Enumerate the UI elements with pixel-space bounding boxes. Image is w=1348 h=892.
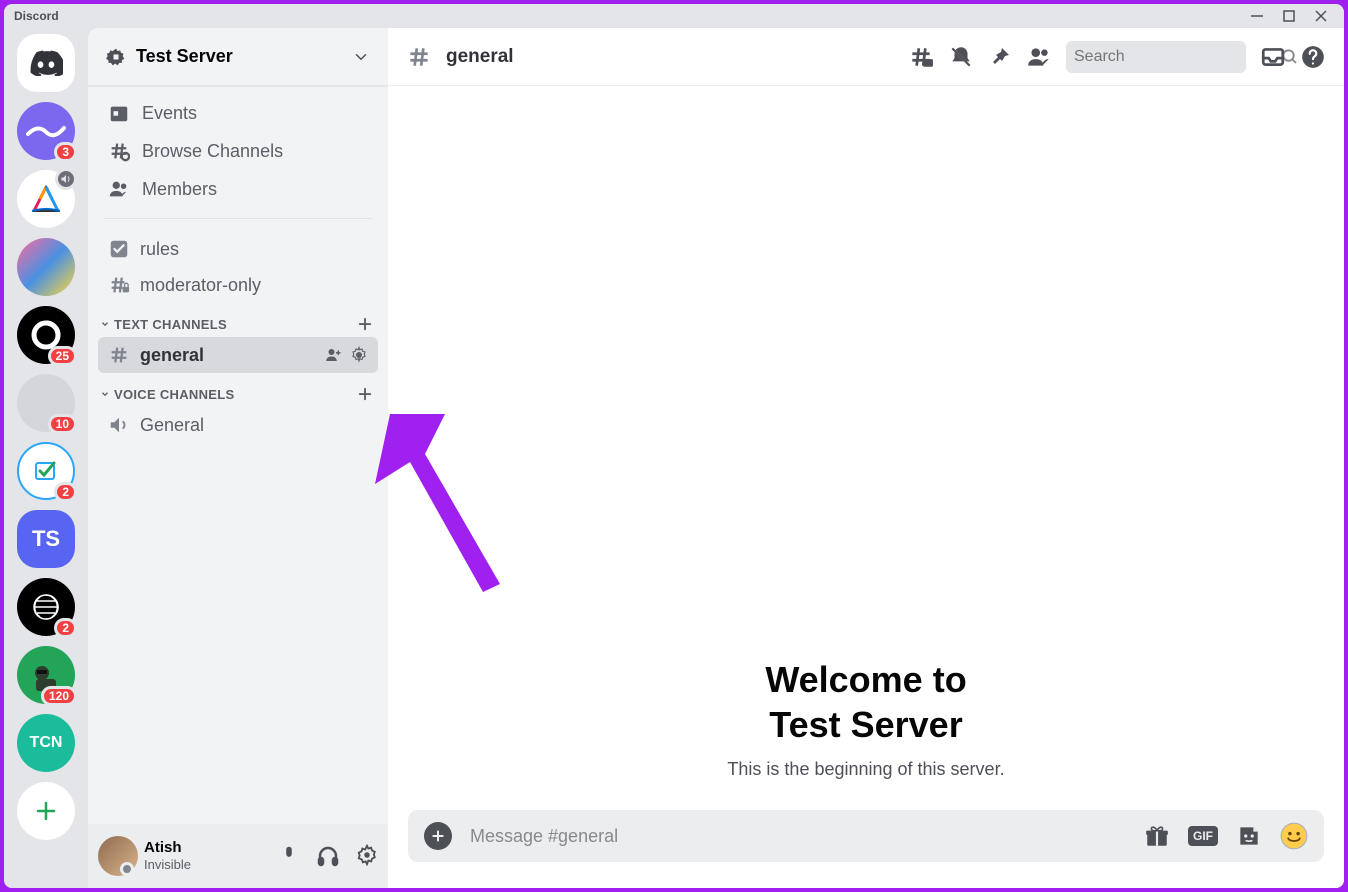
rail-server[interactable]: 3 [17, 102, 75, 160]
calendar-icon [108, 102, 130, 124]
sidebar-link-label: Members [142, 179, 217, 200]
rail-server[interactable]: 10 [17, 374, 75, 432]
threads-icon[interactable] [908, 44, 934, 70]
rail-server[interactable]: TS [17, 510, 75, 568]
notification-badge: 10 [48, 414, 77, 434]
rail-server[interactable] [17, 238, 75, 296]
channel-general[interactable]: general [98, 337, 378, 373]
channel-label: General [140, 415, 204, 436]
gif-button[interactable]: GIF [1188, 826, 1218, 846]
channel-topbar: general [388, 28, 1344, 86]
sidebar-browse-channels[interactable]: Browse Channels [98, 132, 378, 170]
speaker-icon [108, 414, 130, 436]
app-name: Discord [14, 9, 59, 23]
chevron-down-icon [100, 319, 114, 329]
channel-label: rules [140, 239, 179, 260]
message-composer: GIF [408, 810, 1324, 862]
welcome-message: Welcome toTest Server This is the beginn… [388, 657, 1344, 810]
search-input[interactable] [1074, 48, 1281, 66]
channel-sidebar: Test Server Events Browse Channels Membe… [88, 28, 388, 888]
channel-label: general [140, 345, 204, 366]
user-avatar[interactable] [98, 836, 138, 876]
search-box[interactable] [1066, 41, 1246, 73]
welcome-line2: Test Server [769, 704, 962, 745]
chevron-down-icon [352, 48, 370, 66]
pinned-messages-icon[interactable] [988, 45, 1012, 69]
chat-area: Welcome toTest Server This is the beginn… [388, 86, 1344, 888]
voice-channel-general[interactable]: General [98, 407, 378, 443]
window-minimize-icon[interactable] [1250, 9, 1264, 23]
server-name: Test Server [136, 46, 352, 67]
create-channel-button[interactable] [356, 385, 374, 403]
member-list-icon[interactable] [1026, 44, 1052, 70]
window-maximize-icon[interactable] [1282, 9, 1296, 23]
rail-server[interactable]: 120 [17, 646, 75, 704]
channel-moderator-only[interactable]: moderator-only [98, 267, 378, 303]
invite-people-icon[interactable] [324, 346, 342, 364]
browse-icon [108, 140, 130, 162]
rail-server[interactable] [17, 170, 75, 228]
titlebar: Discord [4, 4, 1344, 28]
user-name: Atish [144, 839, 272, 857]
sidebar-link-label: Browse Channels [142, 141, 283, 162]
rail-server[interactable]: 2 [17, 578, 75, 636]
hash-lock-icon [108, 274, 130, 296]
category-label: VOICE CHANNELS [114, 387, 356, 402]
category-voice-channels[interactable]: VOICE CHANNELS [98, 373, 378, 407]
mute-mic-button[interactable] [278, 844, 300, 868]
user-panel: Atish Invisible [88, 824, 388, 888]
rail-server[interactable]: 25 [17, 306, 75, 364]
deafen-button[interactable] [316, 844, 340, 868]
channel-label: moderator-only [140, 275, 261, 296]
notification-badge: 2 [54, 618, 77, 638]
status-indicator-icon [120, 862, 134, 876]
category-text-channels[interactable]: TEXT CHANNELS [98, 303, 378, 337]
rail-server[interactable]: TCN [17, 714, 75, 772]
server-rail: 3 25 10 2 TS 2 120 TCN [4, 28, 88, 888]
help-icon[interactable] [1300, 44, 1326, 70]
create-channel-button[interactable] [356, 315, 374, 333]
chevron-down-icon [100, 389, 114, 399]
welcome-line1: Welcome to [765, 659, 966, 700]
sticker-icon[interactable] [1236, 823, 1262, 849]
user-settings-button[interactable] [356, 844, 378, 868]
emoji-icon[interactable] [1280, 822, 1308, 850]
hash-icon [108, 344, 130, 366]
notification-badge: 3 [54, 142, 77, 162]
rules-icon [108, 238, 130, 260]
notification-badge: 25 [48, 346, 77, 366]
notification-badge: 2 [54, 482, 77, 502]
server-header[interactable]: Test Server [88, 28, 388, 86]
rail-server[interactable]: 2 [17, 442, 75, 500]
channel-title: general [446, 46, 514, 68]
add-server-button[interactable] [17, 782, 75, 840]
sidebar-events[interactable]: Events [98, 94, 378, 132]
hash-icon [406, 44, 432, 70]
main-content: general Welcome toTest Server This is th… [388, 28, 1344, 888]
welcome-subtitle: This is the beginning of this server. [388, 759, 1344, 780]
attach-button[interactable] [424, 822, 452, 850]
notifications-icon[interactable] [948, 44, 974, 70]
rail-home[interactable] [17, 34, 75, 92]
channel-settings-icon[interactable] [350, 346, 368, 364]
notification-badge: 120 [41, 686, 77, 706]
members-icon [108, 178, 130, 200]
message-input[interactable] [470, 826, 1126, 847]
window-close-icon[interactable] [1314, 9, 1328, 23]
server-badge-icon [106, 47, 126, 67]
sidebar-link-label: Events [142, 103, 197, 124]
sidebar-members[interactable]: Members [98, 170, 378, 208]
channel-rules[interactable]: rules [98, 231, 378, 267]
divider [104, 218, 372, 219]
speaker-icon [55, 168, 77, 190]
inbox-icon[interactable] [1260, 44, 1286, 70]
category-label: TEXT CHANNELS [114, 317, 356, 332]
gift-icon[interactable] [1144, 823, 1170, 849]
user-info[interactable]: Atish Invisible [144, 839, 272, 873]
discord-logo-icon [29, 50, 63, 76]
user-status: Invisible [144, 857, 272, 873]
